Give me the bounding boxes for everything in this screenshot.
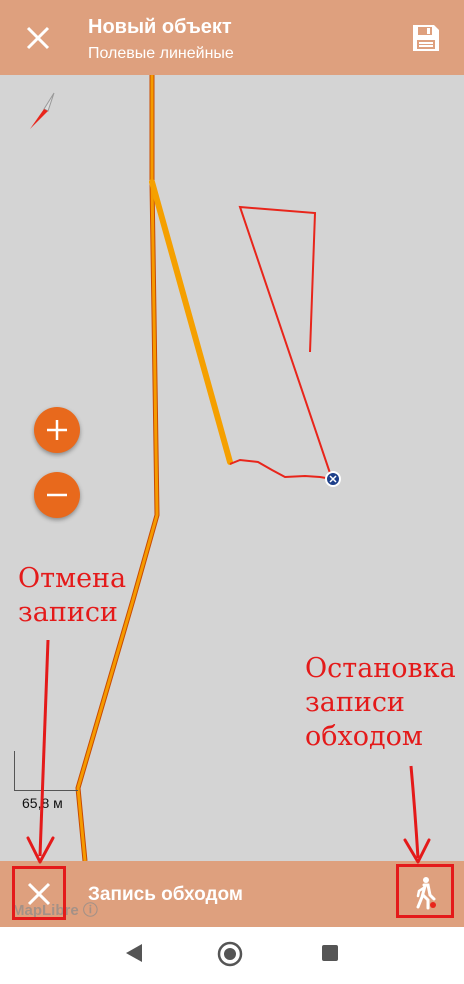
route-line-fill (76, 75, 159, 861)
annotation-stop-line2: записи (305, 687, 405, 718)
recent-apps-icon[interactable] (320, 943, 340, 963)
minus-icon (47, 493, 67, 497)
plus-icon (47, 420, 67, 440)
walk-track (229, 205, 334, 481)
page-subtitle: Полевые линейные (88, 45, 234, 62)
annotation-stop-line1: Остановка (305, 653, 456, 684)
position-marker (325, 471, 341, 487)
recording-mode-label: Запись обходом (88, 884, 243, 905)
annotation-cancel-line1: Отмена (18, 563, 127, 594)
compass-icon[interactable] (22, 85, 62, 135)
save-icon[interactable] (410, 22, 442, 54)
close-icon[interactable] (20, 20, 56, 56)
back-icon[interactable] (124, 942, 144, 964)
page-title: Новый объект (88, 16, 232, 38)
map-scale: 65,8 м (14, 751, 78, 811)
highlight-walk-box (396, 864, 454, 918)
annotation-cancel-line2: записи (18, 597, 118, 628)
top-toolbar: Новый объект Полевые линейные (0, 0, 464, 75)
bottom-action-bar: MapLibre ⓘ Запись обходом (0, 861, 464, 927)
scale-label: 65,8 м (22, 795, 63, 811)
annotation-cancel: Отмена записи (18, 562, 126, 630)
zoom-in-button[interactable] (34, 407, 80, 453)
home-icon[interactable] (216, 940, 244, 968)
annotation-stop: Остановка записи обходом (305, 652, 456, 754)
recorded-track (149, 179, 233, 465)
annotation-stop-line3: обходом (305, 721, 423, 752)
zoom-out-button[interactable] (34, 472, 80, 518)
system-nav-bar (0, 927, 464, 984)
highlight-cancel-box (12, 866, 66, 920)
scale-bar (14, 751, 78, 791)
